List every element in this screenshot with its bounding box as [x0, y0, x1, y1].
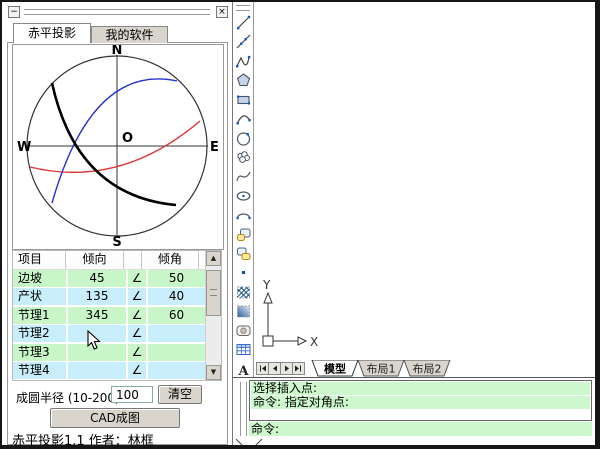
- circle-icon[interactable]: [233, 129, 253, 148]
- angle-symbol: ∠: [128, 325, 146, 342]
- item-cell: 节理1: [13, 307, 66, 324]
- item-cell: 边坡: [13, 270, 66, 287]
- construction-line-icon[interactable]: [233, 32, 253, 51]
- angle-symbol: ∠: [128, 270, 146, 287]
- dip-direction-cell[interactable]: 345: [68, 307, 126, 324]
- header-angle: [124, 251, 142, 269]
- stereonet-plot: N S W E O: [12, 44, 224, 250]
- orientation-table: 项目 倾向 倾角 边坡 45 ∠ 50 产状 135 ∠ 40 节理1 345 …: [12, 250, 222, 381]
- gradient-icon[interactable]: [233, 302, 253, 321]
- clear-button[interactable]: 清空: [158, 385, 202, 404]
- polygon-icon[interactable]: [233, 71, 253, 90]
- table-row: 节理3 ∠: [13, 344, 221, 361]
- dip-direction-cell[interactable]: 45: [68, 270, 126, 287]
- command-current-line[interactable]: 命令:: [249, 422, 592, 436]
- tab-stereographic-projection[interactable]: 赤平投影: [13, 23, 91, 43]
- hidden-tab-top: [235, 439, 265, 447]
- dip-angle-cell[interactable]: 60: [148, 307, 205, 324]
- dip-angle-cell[interactable]: [148, 325, 205, 342]
- tab-layout1-label: 布局1: [367, 363, 396, 376]
- north-label: N: [112, 45, 123, 58]
- ellipse-arc-icon[interactable]: [233, 206, 253, 225]
- table-row: 节理4 ∠: [13, 362, 221, 379]
- command-history-line: 选择插入点:: [251, 382, 590, 395]
- revision-cloud-icon[interactable]: [233, 148, 253, 167]
- make-block-icon[interactable]: [233, 244, 253, 263]
- mouse-cursor: [87, 330, 103, 352]
- scroll-thumb[interactable]: [206, 270, 221, 316]
- angle-symbol: ∠: [128, 344, 146, 361]
- dip-direction-cell[interactable]: [68, 362, 126, 379]
- item-cell: 节理2: [13, 325, 66, 342]
- command-history-line: 命令: 指定对角点:: [251, 396, 590, 409]
- last-tab-button[interactable]: [292, 362, 305, 375]
- polyline-icon[interactable]: [233, 52, 253, 71]
- rectangle-icon[interactable]: [233, 90, 253, 109]
- table-header-row: 项目 倾向 倾角: [13, 251, 221, 270]
- tab-layout2-label: 布局2: [413, 363, 442, 376]
- angle-symbol: ∠: [128, 307, 146, 324]
- item-cell: 节理3: [13, 344, 66, 361]
- dip-angle-cell[interactable]: [148, 362, 205, 379]
- ucs-icon: Y X: [257, 274, 321, 356]
- point-icon[interactable]: [233, 263, 253, 282]
- table-row: 边坡 45 ∠ 50: [13, 270, 221, 287]
- item-cell: 节理4: [13, 362, 66, 379]
- table-icon[interactable]: [233, 340, 253, 359]
- table-row: 节理2 ∠: [13, 325, 221, 342]
- minimize-button[interactable]: −: [8, 6, 20, 18]
- command-history[interactable]: 选择插入点: 命令: 指定对角点:: [249, 380, 592, 421]
- tab-model-label: 模型: [324, 362, 346, 376]
- panel-title-bar[interactable]: − ×: [3, 5, 232, 19]
- radius-input[interactable]: [111, 386, 153, 403]
- south-label: S: [112, 235, 121, 247]
- header-item: 项目: [13, 251, 66, 269]
- scroll-up-button[interactable]: ▲: [206, 251, 221, 266]
- cad-plot-button[interactable]: CAD成图: [50, 408, 180, 428]
- svg-text:A: A: [237, 364, 249, 377]
- toolbar-grip[interactable]: [236, 5, 250, 11]
- app-screen: − × 赤平投影 我的软件 N S W E O: [0, 0, 600, 449]
- center-label: O: [122, 131, 133, 146]
- table-row: 节理1 345 ∠ 60: [13, 307, 221, 324]
- y-axis-label: Y: [262, 278, 271, 292]
- angle-symbol: ∠: [128, 362, 146, 379]
- header-dip-angle: 倾角: [142, 251, 199, 269]
- status-text: 赤平投影1.1 作者：林框: [12, 430, 154, 449]
- multiline-text-icon[interactable]: A: [233, 360, 253, 378]
- command-window: 选择插入点: 命令: 指定对角点: 命令:: [232, 377, 595, 445]
- table-scrollbar[interactable]: ▲ ▼: [205, 251, 221, 380]
- slope-great-circle: [52, 83, 176, 205]
- line-icon[interactable]: [233, 13, 253, 32]
- stereonet-panel: − × 赤平投影 我的软件 N S W E O: [3, 2, 233, 445]
- dip-angle-cell[interactable]: 50: [148, 270, 205, 287]
- command-splitter[interactable]: [240, 382, 247, 436]
- ellipse-icon[interactable]: [233, 186, 253, 205]
- tab-my-software[interactable]: 我的软件: [91, 26, 168, 43]
- layout-tab-bar: 模型 布局1 布局2: [254, 360, 595, 377]
- dip-direction-cell[interactable]: 135: [68, 288, 126, 305]
- title-grip[interactable]: [24, 9, 210, 15]
- dip-angle-cell[interactable]: [148, 344, 205, 361]
- dip-angle-cell[interactable]: 40: [148, 288, 205, 305]
- draw-toolbar: A: [232, 2, 254, 377]
- bedding-great-circle: [30, 121, 200, 172]
- arc-icon[interactable]: [233, 109, 253, 128]
- table-row: 产状 135 ∠ 40: [13, 288, 221, 305]
- scroll-down-button[interactable]: ▼: [206, 365, 221, 380]
- close-button[interactable]: ×: [216, 6, 228, 18]
- spline-icon[interactable]: [233, 167, 253, 186]
- item-cell: 产状: [13, 288, 66, 305]
- region-icon[interactable]: [233, 321, 253, 340]
- radius-label: 成圆半径 (10-200): [16, 389, 120, 406]
- angle-symbol: ∠: [128, 288, 146, 305]
- header-dip-direction: 倾向: [66, 251, 124, 269]
- x-axis-label: X: [310, 335, 318, 349]
- west-label: W: [17, 140, 31, 155]
- insert-block-icon[interactable]: [233, 225, 253, 244]
- hatch-icon[interactable]: [233, 283, 253, 302]
- east-label: E: [210, 140, 219, 155]
